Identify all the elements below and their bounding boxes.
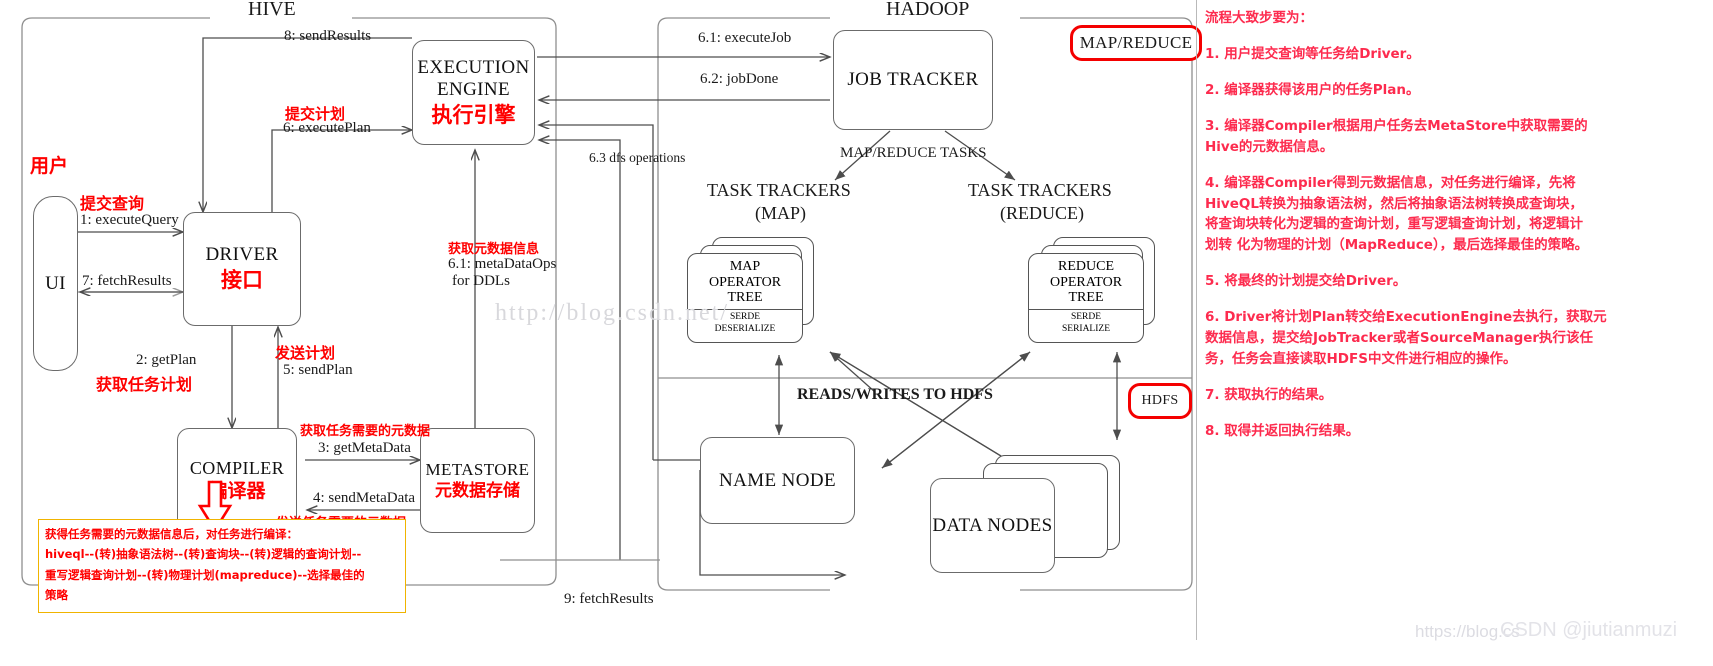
compiler-note-line-4: 策略 (45, 588, 68, 603)
node-metastore-label-en: METASTORE (425, 459, 530, 479)
reduce-operator-tree-line1: REDUCE (1058, 259, 1114, 274)
diagram-canvas: HIVE HADOOP UI DRIVER 接口 COMPILER 编译器 ME… (0, 0, 1713, 666)
edge-label-reads-writes-hdfs: READS/WRITES TO HDFS (797, 386, 993, 403)
reduce-operator-tree-line2: OPERATOR (1049, 274, 1123, 290)
hadoop-group-title: HADOOP (886, 0, 970, 20)
edge-label-get-metadata: 3: getMetaData (318, 440, 411, 456)
compiler-note-box: 获得任务需要的元数据信息后，对任务进行编译： hiveql--(转)抽象语法树-… (38, 519, 406, 613)
compiler-note-line-3: 重写逻辑查询计划--(转)物理计划(mapreduce)--选择最佳的 (45, 567, 365, 582)
notes-item-5: 5. 将最终的计划提交给Driver。 (1205, 273, 1407, 290)
edge-label-execute-job: 6.1: executeJob (698, 30, 792, 46)
map-operator-tree-line1: MAP (729, 259, 761, 274)
node-metastore-label-zh: 元数据存储 (435, 481, 520, 502)
edge-label-dfs-operations: 6.3 dfs operations (589, 150, 686, 165)
edge-label-execute-query: 1: executeQuery (80, 212, 179, 228)
map-operator-tree-serde: SERDE (729, 312, 761, 323)
notes-divider (1196, 0, 1197, 640)
notes-item-2: 2. 编译器获得该用户的任务Plan。 (1205, 81, 1420, 98)
notes-item-6: 6. Driver将计划Plan转交给ExecutionEngine去执行，获取… (1205, 309, 1607, 368)
reduce-operator-tree-card[interactable]: REDUCE OPERATOR TREE SERDE SERIALIZE (1028, 253, 1144, 343)
edge-label-job-done: 6.2: jobDone (700, 71, 779, 87)
node-data-nodes-label: DATA NODES (932, 514, 1053, 536)
edge-label-send-plan: 5: sendPlan (283, 362, 353, 378)
node-driver[interactable]: DRIVER 接口 (183, 212, 301, 326)
annotation-get-task-plan: 获取任务计划 (96, 375, 193, 394)
reduce-operator-tree-line3: TREE (1068, 290, 1104, 306)
edge-label-get-plan: 2: getPlan (136, 352, 197, 368)
node-ui-label: UI (45, 272, 66, 294)
edge-label-fetch-results: 7: fetchResults (82, 273, 172, 289)
edge-label-send-metadata: 4: sendMetaData (313, 490, 416, 506)
annotation-submit-plan: 提交计划 (285, 105, 346, 123)
edge-label-metadata-ops-line1: 6.1: metaDataOps (448, 256, 557, 272)
reduce-operator-tree-serialize: SERIALIZE (1061, 323, 1111, 334)
node-compiler-label-en: COMPILER (189, 457, 285, 478)
compiler-note-line-1: 获得任务需要的元数据信息后，对任务进行编译： (45, 527, 298, 541)
edge-label-metadata-ops-line2: for DDLs (452, 273, 510, 289)
map-operator-tree-line3: TREE (727, 290, 763, 306)
map-operator-tree-deserialize: DESERIALIZE (714, 323, 776, 334)
notes-item-3: 3. 编译器Compiler根据用户任务去MetaStore中获取需要的 Hiv… (1205, 117, 1588, 155)
node-execution-engine-line1: EXECUTION (417, 57, 530, 79)
annotation-get-task-metadata: 获取任务需要的元数据 (300, 424, 431, 439)
node-job-tracker-label: JOB TRACKER (847, 69, 979, 91)
task-trackers-reduce-title-line2: (REDUCE) (1000, 203, 1084, 223)
node-job-tracker[interactable]: JOB TRACKER (833, 30, 993, 130)
map-operator-tree-card[interactable]: MAP OPERATOR TREE SERDE DESERIALIZE (687, 253, 803, 343)
task-trackers-map-title-line1: TASK TRACKERS (707, 180, 851, 200)
annotation-send-plan: 发送计划 (275, 344, 336, 362)
node-execution-engine-line2: ENGINE (436, 78, 511, 100)
reduce-operator-tree-serde: SERDE (1070, 312, 1102, 323)
task-trackers-reduce-title-line1: TASK TRACKERS (968, 180, 1112, 200)
notes-panel: 流程大致步要为： 1. 用户提交查询等任务给Driver。 2. 编译器获得该用… (1205, 8, 1705, 444)
pill-map-reduce-label: MAP/REDUCE (1079, 33, 1193, 52)
pill-hdfs: HDFS (1128, 383, 1192, 419)
notes-heading: 流程大致步要为： (1205, 10, 1313, 26)
notes-item-7: 7. 获取执行的结果。 (1205, 386, 1333, 403)
node-name-node[interactable]: NAME NODE (700, 437, 855, 524)
edge-label-send-results: 8: sendResults (284, 28, 372, 44)
notes-item-1: 1. 用户提交查询等任务给Driver。 (1205, 45, 1420, 62)
annotation-get-metadata-info: 获取元数据信息 (448, 242, 540, 257)
node-execution-engine[interactable]: EXECUTION ENGINE 执行引擎 (412, 40, 535, 145)
hive-group-title: HIVE (248, 0, 296, 20)
node-data-nodes[interactable]: DATA NODES (930, 478, 1055, 573)
edge-label-map-reduce-tasks: MAP/REDUCE TASKS (840, 145, 987, 161)
node-ui[interactable]: UI (33, 196, 78, 371)
notes-item-8: 8. 取得并返回执行结果。 (1205, 422, 1360, 439)
node-name-node-label: NAME NODE (718, 469, 837, 491)
pill-hdfs-label: HDFS (1141, 393, 1179, 408)
node-driver-label-zh: 接口 (221, 268, 263, 293)
annotation-user: 用户 (30, 155, 69, 177)
notes-item-4: 4. 编译器Compiler得到元数据信息，对任务进行编译，先将 HiveQL转… (1205, 174, 1589, 254)
node-driver-label-en: DRIVER (205, 244, 279, 266)
annotation-submit-query: 提交查询 (80, 194, 145, 213)
node-metastore[interactable]: METASTORE 元数据存储 (420, 428, 535, 533)
compiler-note-line-2: hiveql--(转)抽象语法树--(转)查询块--(转)逻辑的查询计划-- (45, 547, 362, 562)
map-operator-tree-line2: OPERATOR (708, 274, 782, 290)
edge-label-fetch-results-9: 9: fetchResults (564, 591, 654, 607)
task-trackers-map-title-line2: (MAP) (755, 203, 807, 223)
pill-map-reduce: MAP/REDUCE (1070, 25, 1202, 61)
node-execution-engine-zh: 执行引擎 (431, 102, 516, 127)
